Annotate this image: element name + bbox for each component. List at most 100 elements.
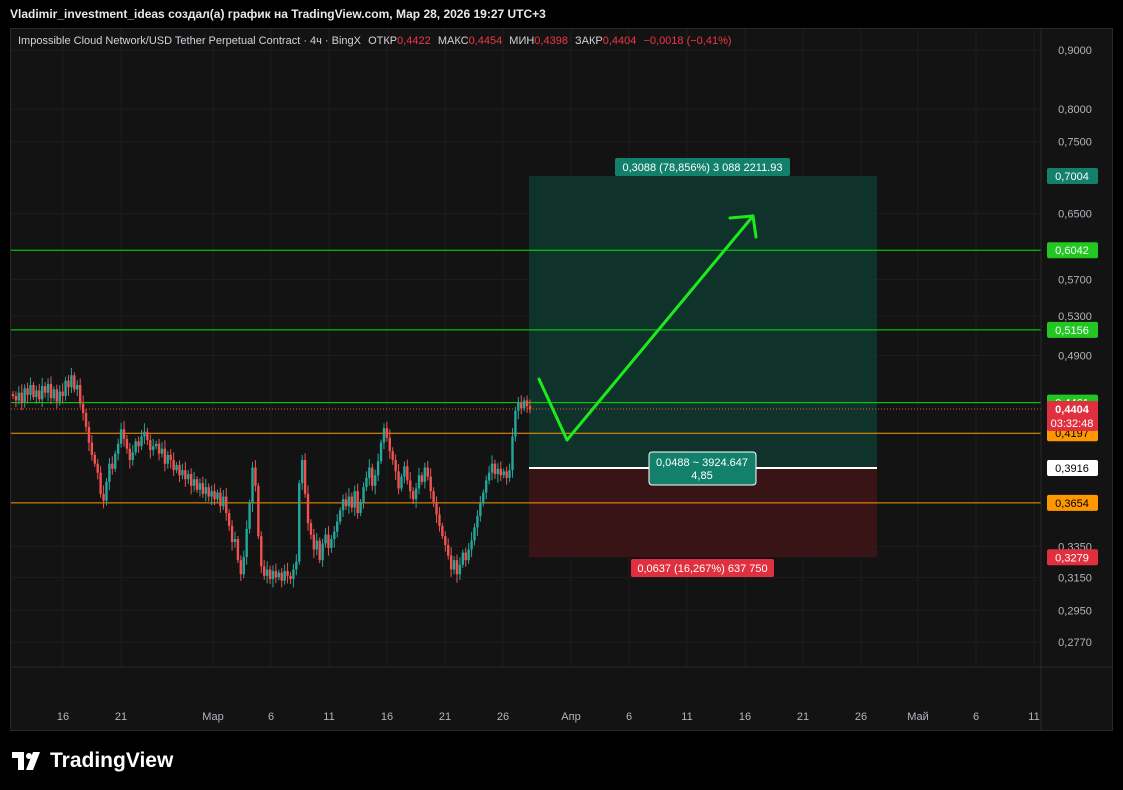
candle-body: [379, 442, 383, 462]
candle-body: [423, 467, 427, 482]
candle-body: [517, 402, 520, 411]
candle-body: [324, 534, 327, 544]
candle-body: [435, 502, 438, 515]
x-tick-label: 6: [626, 711, 632, 723]
tradingview-logo-icon: [12, 752, 40, 770]
candle-body: [122, 429, 126, 439]
candle-body: [105, 481, 108, 501]
candle-body: [99, 472, 102, 494]
x-tick-label: 11: [681, 711, 692, 723]
candle-body: [397, 471, 400, 489]
y-tick-label: 0,3150: [1058, 572, 1092, 584]
level-price-tag: 0,3654: [1055, 498, 1089, 510]
candle-body: [49, 383, 53, 399]
candle-body: [248, 503, 251, 529]
symbol-name: Impossible Cloud Network/USD Tether Perp…: [18, 35, 362, 47]
candle-body: [438, 514, 441, 526]
candle-body: [338, 510, 342, 522]
x-tick-label: 21: [115, 711, 127, 723]
x-tick-label: 26: [855, 711, 867, 723]
candle-body: [146, 431, 149, 441]
candle-body: [449, 555, 453, 570]
candle-body: [508, 470, 511, 478]
candle-body: [26, 388, 29, 395]
candle-body: [52, 389, 56, 399]
candle-body: [245, 528, 248, 558]
candle-body: [502, 471, 505, 476]
horizontal-levels: [11, 249, 1041, 504]
candle-body: [409, 480, 412, 492]
candle-body: [350, 496, 354, 508]
candle-body: [371, 467, 374, 486]
candle-body: [163, 448, 167, 464]
candle-body: [511, 436, 514, 471]
x-tick-label: 11: [1028, 711, 1039, 723]
candle-body: [84, 412, 88, 427]
candle-body: [175, 464, 178, 471]
candle-body: [134, 441, 137, 453]
candle-body: [315, 540, 318, 550]
candle-body: [93, 454, 96, 464]
ratio-line2: 4,85: [691, 470, 712, 482]
candle-body: [181, 470, 184, 476]
x-tick-label: Май: [907, 711, 929, 723]
candle-body: [271, 571, 275, 580]
x-tick-label: 16: [381, 711, 393, 723]
chart-grid: [11, 29, 1041, 667]
price-chart[interactable]: 0,3088 (78,856%) 3 088 2211.93 0,0637 (16…: [0, 0, 1123, 790]
candle-body: [487, 472, 491, 481]
change-value: −0,0018 (−0,41%): [643, 35, 732, 47]
candle-body: [137, 441, 140, 447]
candle-body: [298, 483, 301, 562]
candle-body: [368, 467, 371, 478]
candle-body: [312, 534, 316, 550]
candle-body: [116, 443, 120, 454]
candle-body: [391, 451, 394, 460]
tradingview-logo[interactable]: TradingView: [12, 748, 173, 774]
candle-body: [403, 466, 406, 477]
candle-body: [505, 471, 508, 478]
candle-body: [365, 477, 368, 488]
candle-body: [309, 523, 313, 535]
candle-body: [262, 566, 266, 576]
candle-body: [373, 475, 377, 486]
candle-body: [444, 536, 447, 545]
candle-body: [306, 493, 310, 524]
candle-body: [152, 446, 155, 450]
candle-body: [114, 453, 117, 469]
candle-body: [187, 473, 190, 480]
candle-body: [490, 463, 494, 473]
candle-body: [102, 493, 105, 501]
candle-body: [482, 492, 485, 504]
x-tick-label: 21: [797, 711, 809, 723]
close-value: 0,4404: [602, 35, 637, 47]
candle-body: [420, 475, 424, 482]
candle-body: [192, 479, 196, 486]
y-tick-label: 0,5700: [1058, 274, 1092, 286]
high-label: МАКС: [437, 35, 469, 47]
candle-body: [149, 440, 152, 450]
candle-body: [289, 575, 292, 580]
candle-body: [496, 468, 500, 474]
candle-body: [14, 395, 18, 401]
x-tick-label: 6: [973, 711, 979, 723]
candle-body: [382, 428, 386, 443]
candle-body: [353, 491, 356, 508]
candle-body: [172, 459, 175, 471]
candle-body: [467, 549, 470, 561]
candle-body: [219, 492, 222, 507]
candle-body: [473, 527, 476, 541]
position-zones: [529, 175, 877, 558]
y-tick-label: 0,2950: [1058, 605, 1092, 617]
candle-body: [23, 388, 26, 403]
candle-body: [432, 491, 435, 503]
candle-body: [29, 385, 32, 395]
candle-body: [260, 536, 263, 567]
candle-body: [522, 400, 526, 409]
candle-body: [411, 491, 415, 500]
candle-body: [111, 463, 114, 469]
candle-body: [233, 539, 237, 543]
x-tick-label: Апр: [561, 711, 580, 723]
candle-body: [452, 560, 456, 570]
candle-body: [274, 571, 278, 578]
